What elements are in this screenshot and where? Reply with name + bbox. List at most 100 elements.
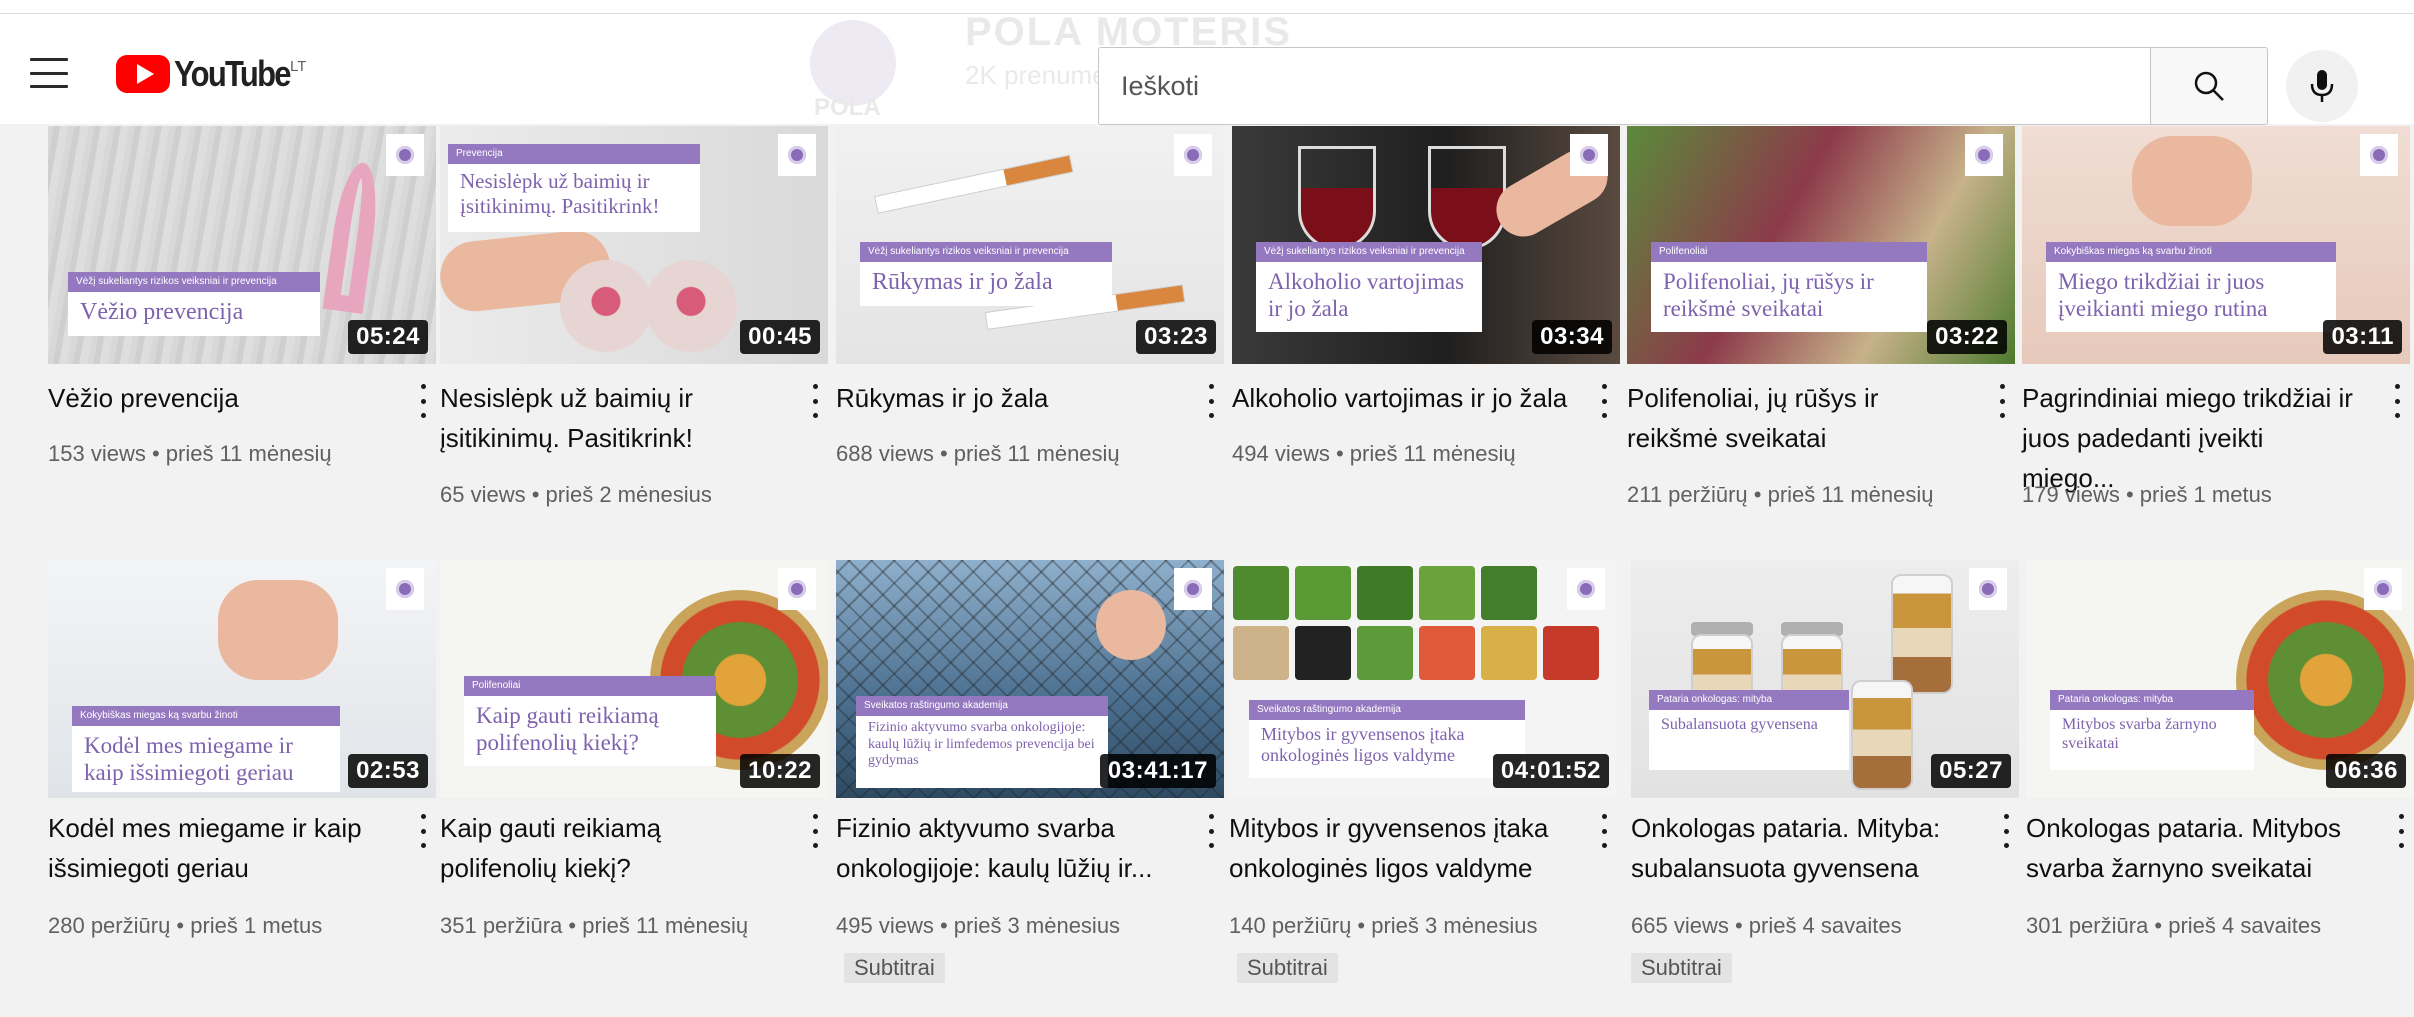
- video-meta: 211 peržiūrų • prieš 11 mėnesių: [1627, 482, 1934, 507]
- overlay-tag: Polifenoliai: [464, 676, 716, 696]
- pola-logo-icon: [778, 134, 816, 176]
- overlay-tag: Vėžį sukeliantys rizikos veiksniai ir pr…: [68, 272, 320, 292]
- overlay-tag: Vėžį sukeliantys rizikos veiksniai ir pr…: [1256, 242, 1482, 262]
- pola-logo-icon: [386, 134, 424, 176]
- duration-badge: 06:36: [2326, 754, 2406, 788]
- search-box[interactable]: [1098, 47, 2151, 125]
- thumbnail-overlay: Prevencija Nesislėpk už baimių ir įsitik…: [448, 144, 700, 232]
- overlay-title: Polifenoliai, jų rūšys ir reikšmė sveika…: [1663, 269, 1874, 322]
- more-options-icon[interactable]: [1201, 384, 1221, 418]
- overlay-tag: Kokybiškas miegas ką svarbu žinoti: [2046, 242, 2336, 262]
- more-options-icon[interactable]: [413, 814, 433, 848]
- search-input[interactable]: [1099, 48, 2150, 124]
- more-options-icon[interactable]: [805, 814, 825, 848]
- video-thumbnail[interactable]: Polifenoliai Polifenoliai, jų rūšys ir r…: [1627, 126, 2015, 364]
- more-options-icon[interactable]: [1594, 384, 1614, 418]
- overlay-title: Kaip gauti reikiamą polifenolių kiekį?: [476, 703, 659, 756]
- overlay-title: Kodėl mes miegame ir kaip išsimiegoti ge…: [84, 733, 294, 786]
- pola-logo-icon: [778, 568, 816, 610]
- thumbnail-overlay: Polifenoliai Polifenoliai, jų rūšys ir r…: [1651, 242, 1927, 332]
- logo-text: YouTube: [174, 53, 292, 94]
- overlay-title: Subalansuota gyvensena: [1661, 716, 1818, 733]
- duration-badge: 05:27: [1931, 754, 2011, 788]
- video-title[interactable]: Fizinio aktyvumo svarba onkologijoje: kau…: [836, 808, 1176, 888]
- video-meta: 301 peržiūra • prieš 4 savaites: [2026, 913, 2322, 938]
- youtube-play-icon: [116, 55, 170, 93]
- video-meta: 665 views • prieš 4 savaites: [1631, 913, 1902, 938]
- video-title[interactable]: Vėžio prevencija: [48, 378, 388, 418]
- overlay-tag: Kokybiškas miegas ką svarbu žinoti: [72, 706, 340, 726]
- thumbnail-overlay: Kokybiškas miegas ką svarbu žinoti Miego…: [2046, 242, 2336, 332]
- masthead: POLA MOTERIS 2K prenumeratorių POLA YouT…: [0, 10, 2414, 125]
- more-options-icon[interactable]: [2391, 814, 2411, 848]
- subtitles-badge: Subtitrai: [1631, 953, 1732, 983]
- video-meta: 688 views • prieš 11 mėnesių: [836, 441, 1120, 466]
- thumbnail-overlay: Sveikatos raštingumo akademija Mitybos i…: [1249, 700, 1525, 778]
- video-thumbnail[interactable]: Vėžį sukeliantys rizikos veiksniai ir pr…: [48, 126, 436, 364]
- video-title[interactable]: Onkologas pataria. Mitybos svarba žarnyno…: [2026, 808, 2366, 888]
- video-meta: 153 views • prieš 11 mėnesių: [48, 441, 332, 466]
- video-thumbnail[interactable]: Vėžį sukeliantys rizikos veiksniai ir pr…: [836, 126, 1224, 364]
- pola-logo-icon: [1570, 134, 1608, 176]
- pola-logo-icon: [1965, 134, 2003, 176]
- duration-badge: 03:22: [1927, 320, 2007, 354]
- video-thumbnail[interactable]: Polifenoliai Kaip gauti reikiamą polifen…: [440, 560, 828, 798]
- video-thumbnail[interactable]: Prevencija Nesislėpk už baimių ir įsitik…: [440, 126, 828, 364]
- video-title[interactable]: Onkologas pataria. Mityba: subalansuota g…: [1631, 808, 1971, 888]
- video-title[interactable]: Alkoholio vartojimas ir jo žala: [1232, 378, 1592, 418]
- video-meta: 179 views • prieš 1 metus: [2022, 482, 2272, 507]
- overlay-tag: Vėžį sukeliantys rizikos veiksniai ir pr…: [860, 242, 1112, 262]
- microphone-icon: [2310, 70, 2334, 102]
- more-options-icon[interactable]: [1996, 814, 2016, 848]
- subtitles-badge: Subtitrai: [1237, 953, 1338, 983]
- video-thumbnail[interactable]: Pataria onkologas: mityba Subalansuota g…: [1631, 560, 2019, 798]
- video-thumbnail[interactable]: Sveikatos raštingumo akademija Fizinio a…: [836, 560, 1224, 798]
- search-button[interactable]: [2151, 47, 2268, 125]
- overlay-title: Mitybos ir gyvensenos įtaka onkologinės …: [1261, 724, 1465, 766]
- duration-badge: 03:34: [1532, 320, 1612, 354]
- video-thumbnail[interactable]: Sveikatos raštingumo akademija Mitybos i…: [1229, 560, 1617, 798]
- video-title[interactable]: Kodėl mes miegame ir kaip išsimiegoti ger…: [48, 808, 388, 888]
- pola-logo-icon: [1567, 568, 1605, 610]
- duration-badge: 03:11: [2323, 320, 2402, 354]
- video-title[interactable]: Polifenoliai, jų rūšys ir reikšmė sveikat…: [1627, 378, 1967, 458]
- video-meta: 65 views • prieš 2 mėnesius: [440, 482, 712, 507]
- video-title[interactable]: Kaip gauti reikiamą polifenolių kiekį?: [440, 808, 780, 888]
- pola-logo-icon: [2364, 568, 2402, 610]
- video-meta: 495 views • prieš 3 mėnesius: [836, 913, 1121, 938]
- more-options-icon[interactable]: [805, 384, 825, 418]
- video-thumbnail[interactable]: Kokybiškas miegas ką svarbu žinoti Miego…: [2022, 126, 2410, 364]
- hamburger-menu-icon[interactable]: [30, 58, 68, 88]
- search-icon: [2194, 71, 2224, 101]
- country-code: LT: [290, 58, 307, 75]
- video-title[interactable]: Pagrindiniai miego trikdžiai ir juos pade…: [2022, 378, 2362, 498]
- more-options-icon[interactable]: [1594, 814, 1614, 848]
- video-thumbnail[interactable]: Pataria onkologas: mityba Mitybos svarba…: [2026, 560, 2414, 798]
- pola-logo-icon: [1174, 568, 1212, 610]
- pola-logo-icon: [1969, 568, 2007, 610]
- overlay-tag: Sveikatos raštingumo akademija: [856, 696, 1108, 716]
- video-title[interactable]: Nesislėpk už baimių ir įsitikinimų. Pasit…: [440, 378, 780, 458]
- thumbnail-overlay: Pataria onkologas: mityba Mitybos svarba…: [2050, 690, 2254, 770]
- video-thumbnail[interactable]: Vėžį sukeliantys rizikos veiksniai ir pr…: [1232, 126, 1620, 364]
- thumbnail-overlay: Pataria onkologas: mityba Subalansuota g…: [1649, 690, 1849, 770]
- duration-badge: 05:24: [348, 320, 428, 354]
- overlay-title: Vėžio prevencija: [80, 299, 244, 325]
- more-options-icon[interactable]: [1201, 814, 1221, 848]
- voice-search-button[interactable]: [2286, 50, 2358, 122]
- thumbnail-overlay: Polifenoliai Kaip gauti reikiamą polifen…: [464, 676, 716, 766]
- video-title[interactable]: Rūkymas ir jo žala: [836, 378, 1176, 418]
- pola-logo-icon: [2360, 134, 2398, 176]
- thumbnail-overlay: Sveikatos raštingumo akademija Fizinio a…: [856, 696, 1108, 788]
- video-title[interactable]: Mitybos ir gyvensenos įtaka onkologinės l…: [1229, 808, 1569, 888]
- more-options-icon[interactable]: [1992, 384, 2012, 418]
- video-thumbnail[interactable]: Kokybiškas miegas ką svarbu žinoti Kodėl…: [48, 560, 436, 798]
- overlay-tag: Pataria onkologas: mityba: [1649, 690, 1849, 710]
- more-options-icon[interactable]: [413, 384, 433, 418]
- duration-badge: 04:01:52: [1492, 754, 1609, 788]
- overlay-title: Miego trikdžiai ir juos įveikianti miego…: [2058, 269, 2268, 322]
- more-options-icon[interactable]: [2387, 384, 2407, 418]
- ribbon-graphic: [322, 159, 384, 315]
- youtube-logo[interactable]: YouTube: [116, 50, 309, 98]
- duration-badge: 10:22: [740, 754, 820, 788]
